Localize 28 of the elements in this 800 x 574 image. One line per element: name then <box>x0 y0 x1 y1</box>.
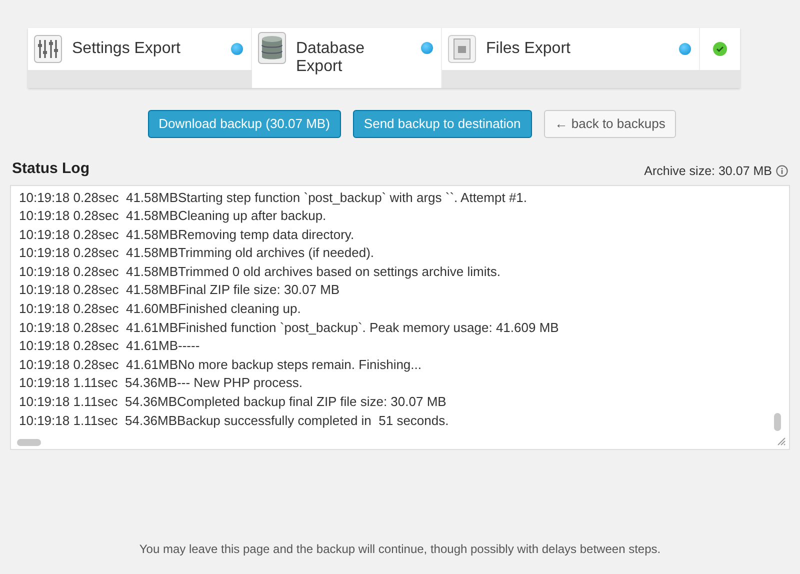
file-icon <box>448 35 476 63</box>
sliders-icon <box>34 35 62 63</box>
log-line: 10:19:18 0.28sec 41.61MBFinished function `post_backup`. Peak memory usage: 41.609 MB <box>19 318 559 337</box>
archive-size: Archive size: 30.07 MB <box>644 162 772 180</box>
log-line: 10:19:18 1.11sec 54.36MBCompleted backup final ZIP file size: 30.07 MB <box>19 393 446 412</box>
log-line: 10:19:18 0.28sec 41.61MBNo more backup steps remain. Finishing... <box>19 356 422 374</box>
resize-handle[interactable] <box>777 436 786 446</box>
log-line: 10:19:18 0.28sec 41.58MBFinal ZIP file size: 30.07 MB <box>19 281 340 300</box>
log-title: Status Log <box>12 159 90 179</box>
log-line: 10:19:18 0.28sec 41.60MBFinished cleaning up. <box>19 300 301 318</box>
log-line: 10:19:18 0.28sec 41.58MBStarting step function `post_backup` with args ``. Attempt #1. <box>19 188 528 207</box>
log-line: 10:19:18 0.28sec 41.58MBRemoving temp data directory. <box>19 226 354 244</box>
log-line: 10:19:18 0.28sec 41.58MBTrimmed 0 old archives based on settings archive limits. <box>19 262 500 281</box>
scrollbar-thumb[interactable] <box>774 412 781 430</box>
step-tab[interactable]: Settings Export <box>28 28 252 70</box>
log-line: 10:19:18 1.11sec 54.36MB--- New PHP process. <box>19 374 302 392</box>
scrollbar-thumb[interactable] <box>17 438 41 446</box>
log-line: 10:19:18 1.11sec 54.36MBBackup successfully completed in 51 seconds. <box>19 412 449 430</box>
footer-note: You may leave this page and the backup will continue, though possibly with delays between steps. <box>138 541 662 558</box>
log-line: 10:19:18 0.28sec 41.58MBCleaning up after backup. <box>19 207 326 226</box>
log-line: 10:19:18 0.28sec 41.58MBTrimming old archives (if needed). <box>19 244 374 262</box>
step-tab[interactable]: Files Export <box>442 28 700 70</box>
back-button[interactable]: ← back to backups <box>544 110 676 138</box>
database-icon <box>258 32 286 64</box>
log-area[interactable] <box>10 184 790 450</box>
step-tab[interactable]: Database Export <box>252 28 442 88</box>
log-line: 10:19:18 0.28sec 41.61MB----- <box>19 337 200 356</box>
info-icon[interactable] <box>776 165 788 178</box>
